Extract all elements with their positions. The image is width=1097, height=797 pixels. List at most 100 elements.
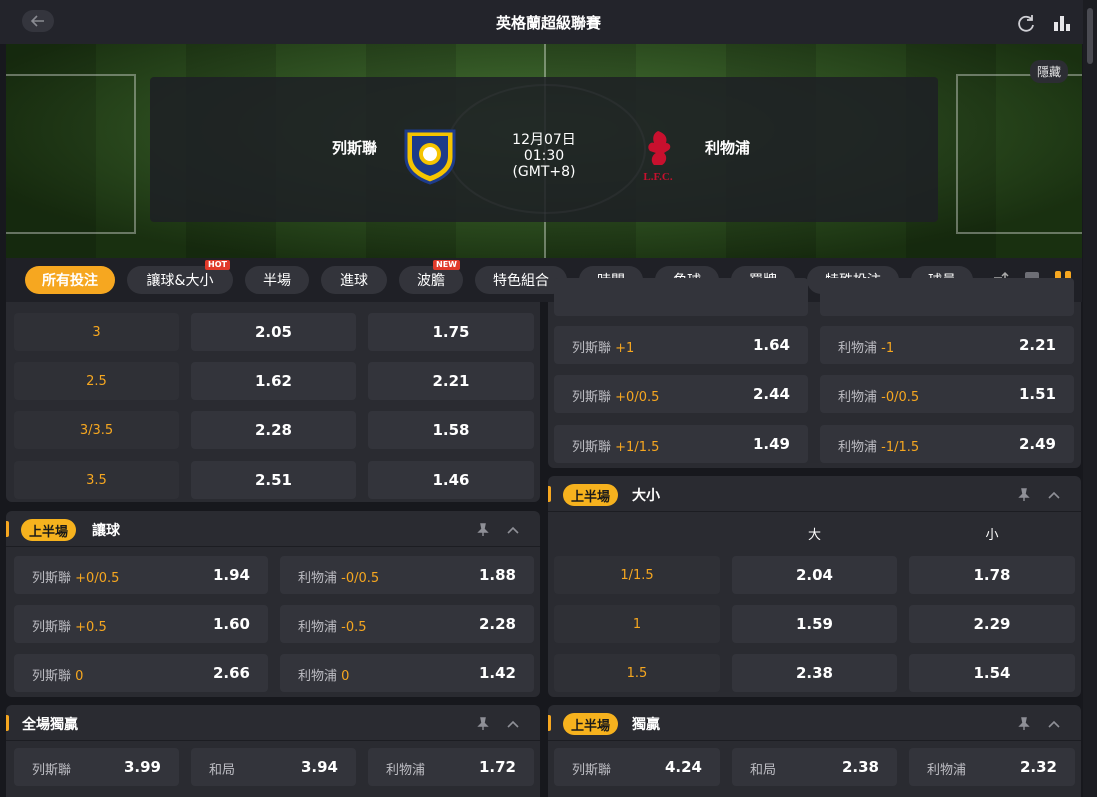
scrollbar[interactable] [1083, 0, 1097, 797]
handicap-label: 利物浦 0 [298, 669, 350, 684]
moneyline-odds: 1.72 [478, 758, 516, 776]
ou-under-cell[interactable]: 2.21 [368, 362, 534, 400]
tab-handicap-ou[interactable]: 讓球&大小 HOT [127, 260, 233, 294]
tab-correct-score[interactable]: 波膽 NEW [399, 260, 463, 294]
handicap-cell-partial[interactable] [820, 278, 1074, 316]
handicap-label: 利物浦 -0/0.5 [838, 390, 920, 405]
panel-marker [6, 521, 9, 537]
handicap-odds: 2.28 [478, 615, 516, 633]
moneyline-label: 列斯聯 [572, 763, 612, 778]
league-title: 英格蘭超級聯賽 [495, 13, 601, 32]
under-odds: 1.58 [432, 421, 470, 439]
moneyline-half-panel: 上半場 獨贏 列斯聯 4.24 和局 2.38 利物浦 2.32 [548, 705, 1081, 797]
under-column-header: 小 [985, 528, 999, 543]
handicap-label: 列斯聯 0 [32, 669, 84, 684]
handicap-odds: 1.42 [478, 664, 516, 682]
match-datetime: 12月07日 01:30 (GMT+8) [485, 132, 603, 180]
tab-half[interactable]: 半場 [245, 266, 309, 294]
chevron-up-icon[interactable] [506, 716, 520, 735]
ou-under-cell[interactable]: 2.29 [909, 605, 1075, 643]
tab-label: 半場 [263, 273, 291, 289]
chevron-up-icon[interactable] [1047, 487, 1061, 506]
ou-line: 1 [632, 617, 642, 632]
ou-line: 3.5 [86, 473, 107, 488]
ou-under-cell[interactable]: 1.58 [368, 411, 534, 449]
over-odds: 2.04 [795, 566, 833, 584]
moneyline-draw-cell[interactable]: 和局 2.38 [732, 748, 897, 786]
ou-half-panel: 上半場 大小 大 小 1/1.5 2.04 1.78 1 1.59 2.29 1… [548, 476, 1081, 697]
ou-over-cell[interactable]: 2.51 [191, 461, 356, 499]
stats-icon[interactable] [1051, 12, 1073, 34]
ou-over-cell[interactable]: 2.38 [732, 654, 897, 692]
ou-line-cell: 1.5 [554, 654, 720, 692]
handicap-home-cell[interactable]: 列斯聯 +0.5 1.60 [14, 605, 268, 643]
arrow-left-icon [31, 15, 44, 27]
handicap-away-cell[interactable]: 利物浦 -0/0.5 1.51 [820, 375, 1074, 413]
chevron-up-icon[interactable] [506, 522, 520, 541]
ou-under-cell[interactable]: 1.78 [909, 556, 1075, 594]
under-odds: 2.29 [973, 615, 1011, 633]
handicap-home-cell[interactable]: 列斯聯 0 2.66 [14, 654, 268, 692]
handicap-label: 利物浦 -1/1.5 [838, 440, 920, 455]
tab-goals[interactable]: 進球 [321, 266, 387, 294]
over-odds: 2.38 [795, 664, 833, 682]
pin-icon[interactable] [1017, 716, 1031, 735]
handicap-away-cell[interactable]: 利物浦 -1/1.5 2.49 [820, 425, 1074, 463]
panel-title: 大小 [632, 488, 660, 504]
match-banner: 隱藏 列斯聯 12月07日 01:30 (GMT+8) L.F.C. 利物浦 [6, 44, 1082, 258]
under-odds: 2.21 [432, 372, 470, 390]
handicap-home-cell[interactable]: 列斯聯 +0/0.5 1.94 [14, 556, 268, 594]
ou-line: 3 [92, 325, 101, 340]
ou-over-cell[interactable]: 1.62 [191, 362, 356, 400]
scrollbar-thumb[interactable] [1087, 8, 1093, 64]
back-button[interactable] [22, 10, 54, 32]
top-bar: 英格蘭超級聯賽 [0, 0, 1097, 44]
moneyline-away-cell[interactable]: 利物浦 1.72 [368, 748, 534, 786]
ou-over-cell[interactable]: 1.59 [732, 605, 897, 643]
moneyline-odds: 3.99 [123, 758, 161, 776]
over-odds: 2.51 [254, 471, 292, 489]
chevron-up-icon[interactable] [1047, 716, 1061, 735]
app: 英格蘭超級聯賽 隱藏 列斯聯 12月07日 01:30 (GMT+8) L.F.… [0, 0, 1097, 797]
handicap-away-cell[interactable]: 利物浦 -1 2.21 [820, 326, 1074, 364]
refresh-icon[interactable] [1015, 12, 1037, 34]
handicap-away-cell[interactable]: 利物浦 -0.5 2.28 [280, 605, 534, 643]
ou-over-cell[interactable]: 2.05 [191, 313, 356, 351]
moneyline-draw-cell[interactable]: 和局 3.94 [191, 748, 356, 786]
moneyline-label: 列斯聯 [32, 763, 72, 778]
ou-line: 3/3.5 [79, 423, 114, 438]
ou-under-cell[interactable]: 1.54 [909, 654, 1075, 692]
panel-title: 全場獨贏 [22, 717, 78, 733]
pin-icon[interactable] [476, 716, 490, 735]
moneyline-home-cell[interactable]: 列斯聯 3.99 [14, 748, 179, 786]
pin-icon[interactable] [1017, 487, 1031, 506]
handicap-home-cell[interactable]: 列斯聯 +0/0.5 2.44 [554, 375, 808, 413]
ou-under-cell[interactable]: 1.46 [368, 461, 534, 499]
ou-over-cell[interactable]: 2.28 [191, 411, 356, 449]
panel-header[interactable]: 上半場 獨贏 [548, 705, 1081, 741]
handicap-home-cell[interactable]: 列斯聯 +1/1.5 1.49 [554, 425, 808, 463]
panel-header[interactable]: 全場獨贏 [6, 705, 540, 741]
pitch-penalty-box-left [6, 74, 136, 234]
handicap-cell-partial[interactable] [554, 278, 808, 316]
ou-under-cell[interactable]: 1.75 [368, 313, 534, 351]
panel-header[interactable]: 上半場 大小 [548, 476, 1081, 512]
home-team-name: 列斯聯 [332, 139, 378, 157]
handicap-away-cell[interactable]: 利物浦 -0/0.5 1.88 [280, 556, 534, 594]
moneyline-away-cell[interactable]: 利物浦 2.32 [909, 748, 1075, 786]
ou-over-cell[interactable]: 2.04 [732, 556, 897, 594]
moneyline-odds: 4.24 [664, 758, 702, 776]
hide-banner-button[interactable]: 隱藏 [1029, 60, 1068, 83]
panel-title: 獨贏 [632, 717, 660, 733]
panel-header[interactable]: 上半場 讓球 [6, 511, 540, 547]
moneyline-label: 利物浦 [927, 763, 967, 778]
handicap-away-cell[interactable]: 利物浦 0 1.42 [280, 654, 534, 692]
ou-line-cell: 3.5 [14, 461, 179, 499]
handicap-half-panel: 上半場 讓球 列斯聯 +0/0.5 1.94 利物浦 -0/0.5 1.88 列… [6, 511, 540, 697]
moneyline-home-cell[interactable]: 列斯聯 4.24 [554, 748, 720, 786]
handicap-home-cell[interactable]: 列斯聯 +1 1.64 [554, 326, 808, 364]
tab-all-bets[interactable]: 所有投注 [25, 266, 115, 294]
handicap-odds: 1.60 [212, 615, 250, 633]
over-odds: 1.62 [254, 372, 292, 390]
pin-icon[interactable] [476, 522, 490, 541]
